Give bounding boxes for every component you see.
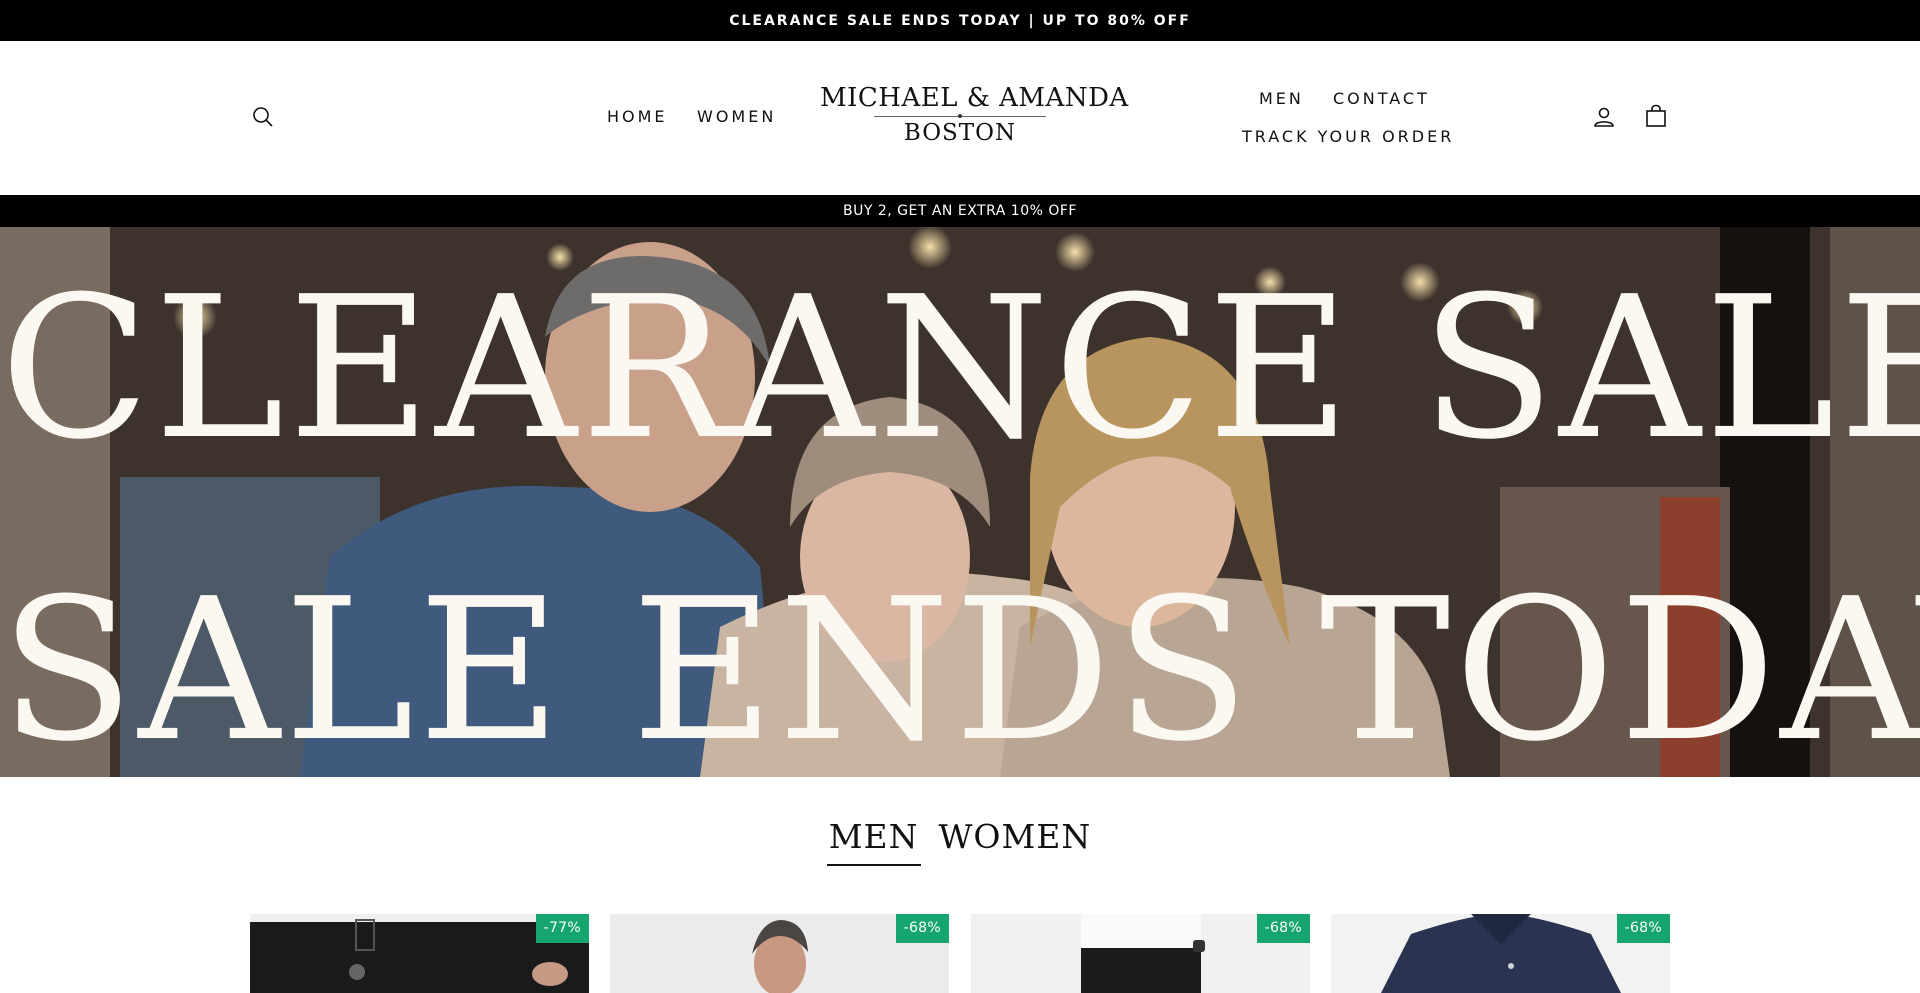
discount-badge: -77% — [535, 914, 589, 943]
promo-bar: BUY 2, GET AN EXTRA 10% OFF — [0, 195, 1920, 227]
search-icon[interactable] — [246, 100, 280, 134]
announcement-text: CLEARANCE SALE ENDS TODAY | UP TO 80% OF… — [729, 12, 1191, 29]
nav-men[interactable]: MEN — [1259, 89, 1304, 108]
logo-top-text: MICHAEL & AMANDA — [820, 83, 1129, 113]
hero-banner[interactable]: CLEARANCE SALE SALE ENDS TODAY — [0, 227, 1920, 777]
tab-women[interactable]: WOMEN — [937, 810, 1094, 864]
product-card[interactable]: -68% — [610, 914, 949, 993]
hero-headline-2: SALE ENDS TODAY — [0, 557, 1920, 777]
site-logo[interactable]: MICHAEL & AMANDA BOSTON — [820, 83, 1129, 155]
product-card[interactable]: -68% — [971, 914, 1310, 993]
nav-home[interactable]: HOME — [607, 107, 668, 126]
product-card[interactable]: -68% — [1331, 914, 1670, 993]
discount-badge: -68% — [1616, 914, 1670, 943]
product-grid: -77% -68% -68% -68% — [250, 914, 1670, 993]
discount-badge: -68% — [895, 914, 949, 943]
logo-bottom-text: BOSTON — [903, 120, 1017, 146]
cart-icon[interactable] — [1639, 99, 1673, 133]
nav-track-order[interactable]: TRACK YOUR ORDER — [1242, 127, 1454, 146]
product-card[interactable]: -77% — [250, 914, 589, 993]
hero-headline-1: CLEARANCE SALE — [0, 255, 1920, 483]
promo-text: BUY 2, GET AN EXTRA 10% OFF — [843, 203, 1077, 219]
category-tabs: MEN WOMEN — [0, 810, 1920, 870]
nav-contact[interactable]: CONTACT — [1333, 89, 1430, 108]
tab-men[interactable]: MEN — [826, 810, 921, 866]
site-header: HOME WOMEN MICHAEL & AMANDA BOSTON MEN C… — [0, 41, 1920, 195]
discount-badge: -68% — [1256, 914, 1310, 943]
announcement-bar: CLEARANCE SALE ENDS TODAY | UP TO 80% OF… — [0, 0, 1920, 41]
logo-divider — [874, 114, 1046, 118]
account-icon[interactable] — [1587, 100, 1621, 134]
nav-women[interactable]: WOMEN — [697, 107, 776, 126]
